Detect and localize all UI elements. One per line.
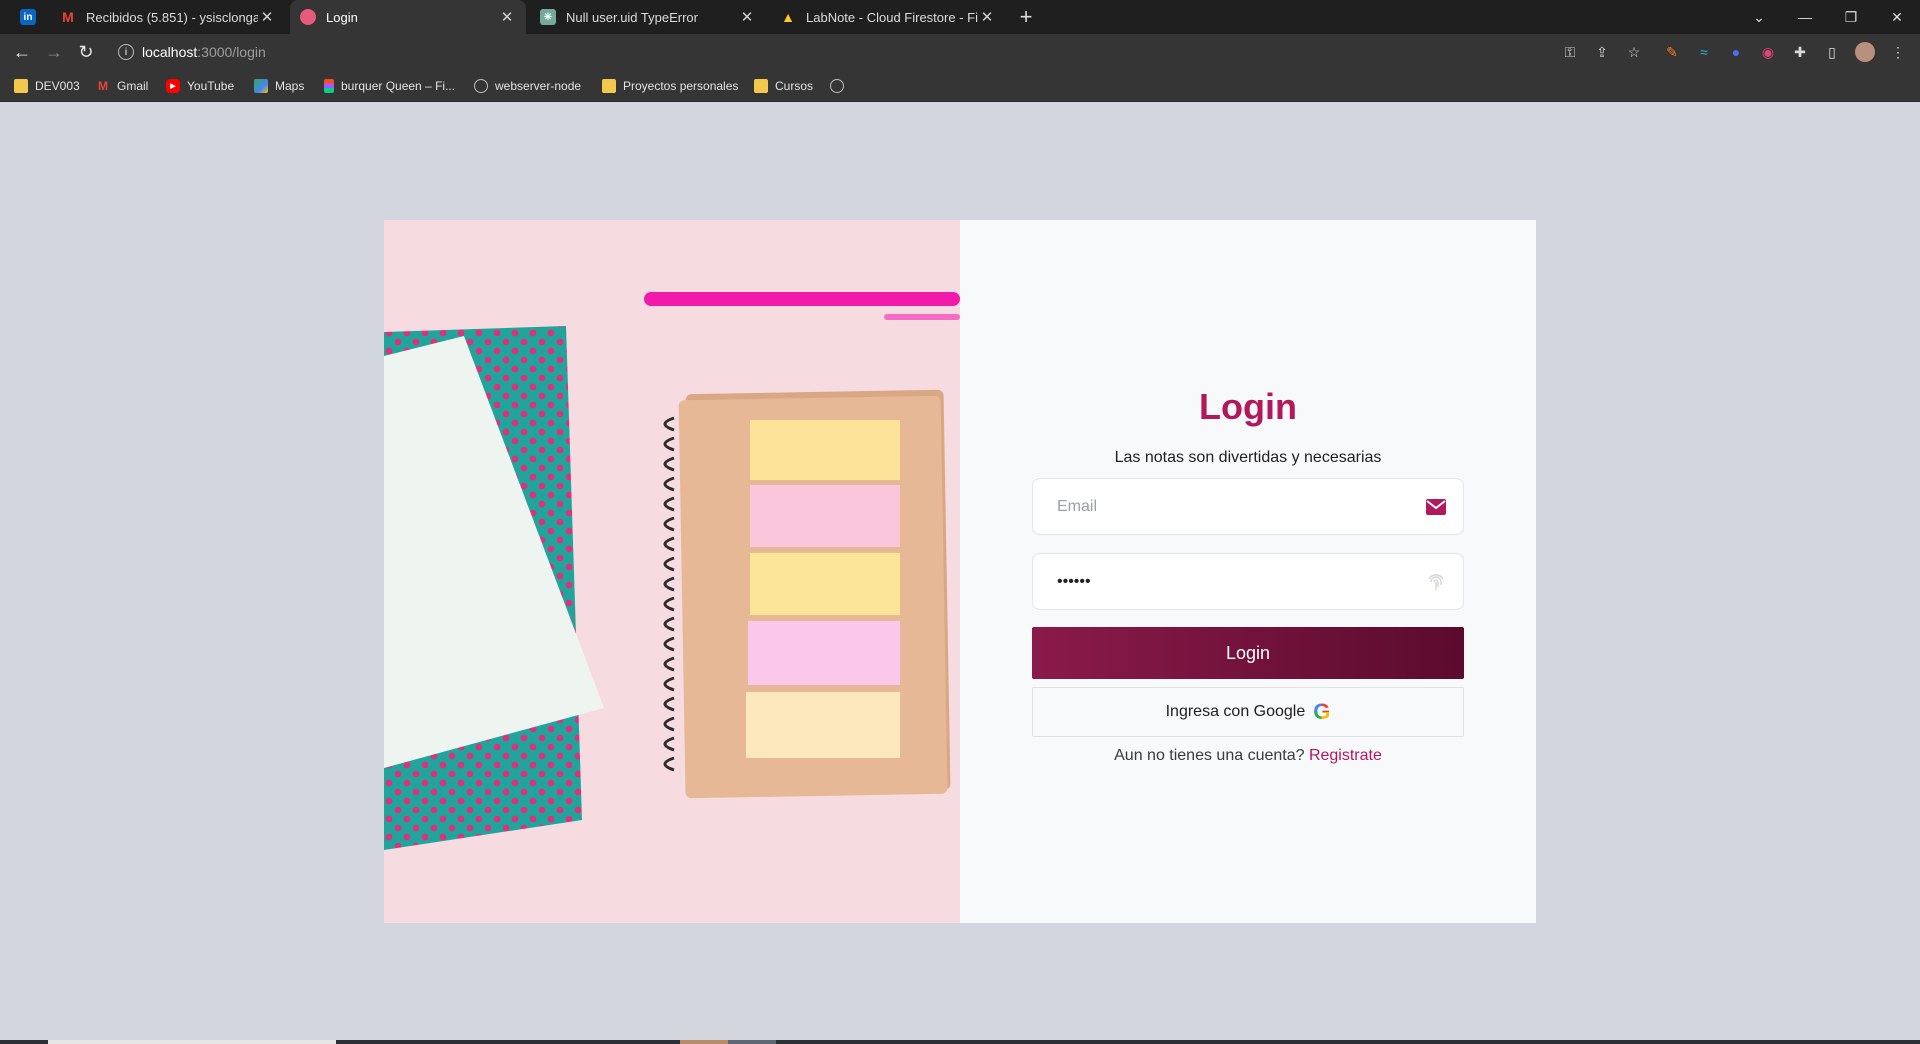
email-input[interactable]	[1057, 479, 1397, 534]
youtube-icon: ▶	[166, 79, 180, 93]
taskbar-segment	[48, 1040, 336, 1044]
bookmark-webserver-node[interactable]: webserver-node	[474, 77, 581, 95]
signup-text: Aun no tienes una cuenta?	[1114, 747, 1305, 764]
gmail-icon: M	[98, 79, 108, 93]
bookmark-globe[interactable]	[830, 77, 851, 95]
tab-firestore[interactable]: ▲ LabNote - Cloud Firestore - Fireb ✕	[770, 0, 1006, 34]
email-field	[1032, 478, 1464, 535]
tab-login[interactable]: Login ✕	[290, 0, 526, 34]
back-icon[interactable]: ←	[8, 38, 36, 66]
app-favicon	[300, 9, 316, 25]
login-form: Login Las notas son divertidas y necesar…	[960, 220, 1536, 923]
bookmark-maps[interactable]: Maps	[254, 77, 304, 95]
tab-typeerror[interactable]: ✳ Null user.uid TypeError ✕	[530, 0, 766, 34]
notebook-illustration	[384, 220, 960, 923]
url-host: localhost	[142, 44, 198, 60]
menu-icon[interactable]: ⋮	[1888, 42, 1908, 62]
extension-wave-icon[interactable]: ≈	[1694, 42, 1714, 62]
taskbar-segment	[680, 1040, 728, 1044]
folder-icon	[602, 79, 616, 93]
new-tab-button[interactable]: +	[1012, 0, 1040, 34]
url-path: :3000/login	[197, 44, 266, 60]
key-icon[interactable]: ⚿	[1560, 42, 1580, 62]
linkedin-icon: in	[20, 9, 36, 25]
tab-gmail[interactable]: M Recibidos (5.851) - ysisclongart@ ✕	[50, 0, 286, 34]
restore-icon[interactable]: ❐	[1828, 0, 1874, 34]
page-title: Login	[1199, 386, 1297, 427]
browser-tab-strip: in M Recibidos (5.851) - ysisclongart@ ✕…	[0, 0, 1920, 34]
bookmark-label: DEV003	[35, 79, 80, 93]
login-button[interactable]: Login	[1032, 627, 1464, 679]
globe-icon	[474, 79, 488, 93]
tab-title: Recibidos (5.851) - ysisclongart@	[86, 9, 258, 25]
google-button-label: Ingresa con Google	[1165, 703, 1306, 720]
extension-alien-icon[interactable]: ●	[1726, 42, 1746, 62]
avatar[interactable]	[1855, 42, 1875, 62]
bookmark-label: Gmail	[117, 79, 149, 93]
bookmark-label: Cursos	[775, 79, 814, 93]
fingerprint-icon	[1425, 571, 1447, 593]
envelope-icon	[1425, 496, 1447, 518]
bookmark-label: YouTube	[187, 79, 235, 93]
google-icon: G	[1313, 699, 1331, 724]
signup-link[interactable]: Registrate	[1309, 747, 1382, 764]
share-icon[interactable]: ⇪	[1592, 42, 1612, 62]
bookmark-label: Maps	[275, 79, 305, 93]
password-input[interactable]	[1057, 554, 1397, 609]
bookmark-burquer-queen[interactable]: burquer Queen – Fi...	[324, 77, 455, 95]
bookmark-label: burquer Queen – Fi...	[341, 79, 456, 93]
bookmark-label: Proyectos personales	[623, 79, 739, 93]
star-icon[interactable]: ☆	[1624, 42, 1644, 62]
figma-icon	[324, 79, 334, 93]
tab-title: LabNote - Cloud Firestore - Fireb	[806, 9, 978, 25]
page-subtitle: Las notas son divertidas y necesarias	[1114, 449, 1382, 466]
login-card: Login Las notas son divertidas y necesar…	[384, 220, 1536, 923]
extension-color-icon[interactable]: ◉	[1758, 42, 1778, 62]
tab-linkedin[interactable]: in	[14, 0, 42, 34]
extension-edit-icon[interactable]: ✎	[1662, 42, 1682, 62]
close-window-icon[interactable]: ✕	[1874, 0, 1920, 34]
bookmark-gmail[interactable]: M Gmail	[96, 77, 148, 95]
password-field	[1032, 553, 1464, 610]
google-login-button[interactable]: Ingresa con Google G	[1032, 687, 1464, 737]
close-icon[interactable]: ✕	[738, 8, 756, 26]
gmail-icon: M	[62, 9, 74, 25]
forward-icon[interactable]: →	[40, 38, 68, 66]
tab-title: Null user.uid TypeError	[566, 9, 698, 25]
bookmark-label: webserver-node	[495, 79, 582, 93]
site-info-icon[interactable]: i	[118, 44, 134, 60]
maps-icon	[254, 79, 268, 93]
side-panel-icon[interactable]: ▯	[1822, 42, 1842, 62]
chatgpt-icon: ✳	[540, 9, 556, 25]
folder-icon	[754, 79, 768, 93]
bookmark-cursos[interactable]: Cursos	[754, 77, 813, 95]
address-bar[interactable]: i localhost:3000/login	[108, 38, 1508, 66]
bookmark-proyectos-personales[interactable]: Proyectos personales	[602, 77, 738, 95]
tab-search-icon[interactable]: ⌄	[1736, 0, 1782, 34]
bookmarks-bar: DEV003 M Gmail ▶ YouTube Maps burquer Qu…	[0, 70, 1920, 102]
bookmark-dev003[interactable]: DEV003	[14, 77, 80, 95]
notebook-sticky-notes-photo	[384, 220, 960, 923]
reload-icon[interactable]: ↻	[72, 38, 100, 66]
browser-toolbar: ← → ↻ i localhost:3000/login ⚿ ⇪ ☆ ✎ ≈ ●…	[0, 34, 1920, 70]
taskbar-segment	[728, 1040, 776, 1044]
taskbar-edge	[0, 1040, 1920, 1044]
firebase-icon: ▲	[781, 9, 795, 25]
puzzle-icon[interactable]: ✚	[1790, 42, 1810, 62]
minimize-icon[interactable]: —	[1782, 0, 1828, 34]
close-icon[interactable]: ✕	[978, 8, 996, 26]
bookmark-youtube[interactable]: ▶ YouTube	[166, 77, 234, 95]
folder-icon	[14, 79, 28, 93]
tab-title: Login	[326, 9, 358, 25]
signup-prompt: Aun no tienes una cuenta? Registrate	[960, 747, 1536, 765]
globe-icon	[830, 79, 844, 93]
close-icon[interactable]: ✕	[498, 8, 516, 26]
close-icon[interactable]: ✕	[258, 8, 276, 26]
